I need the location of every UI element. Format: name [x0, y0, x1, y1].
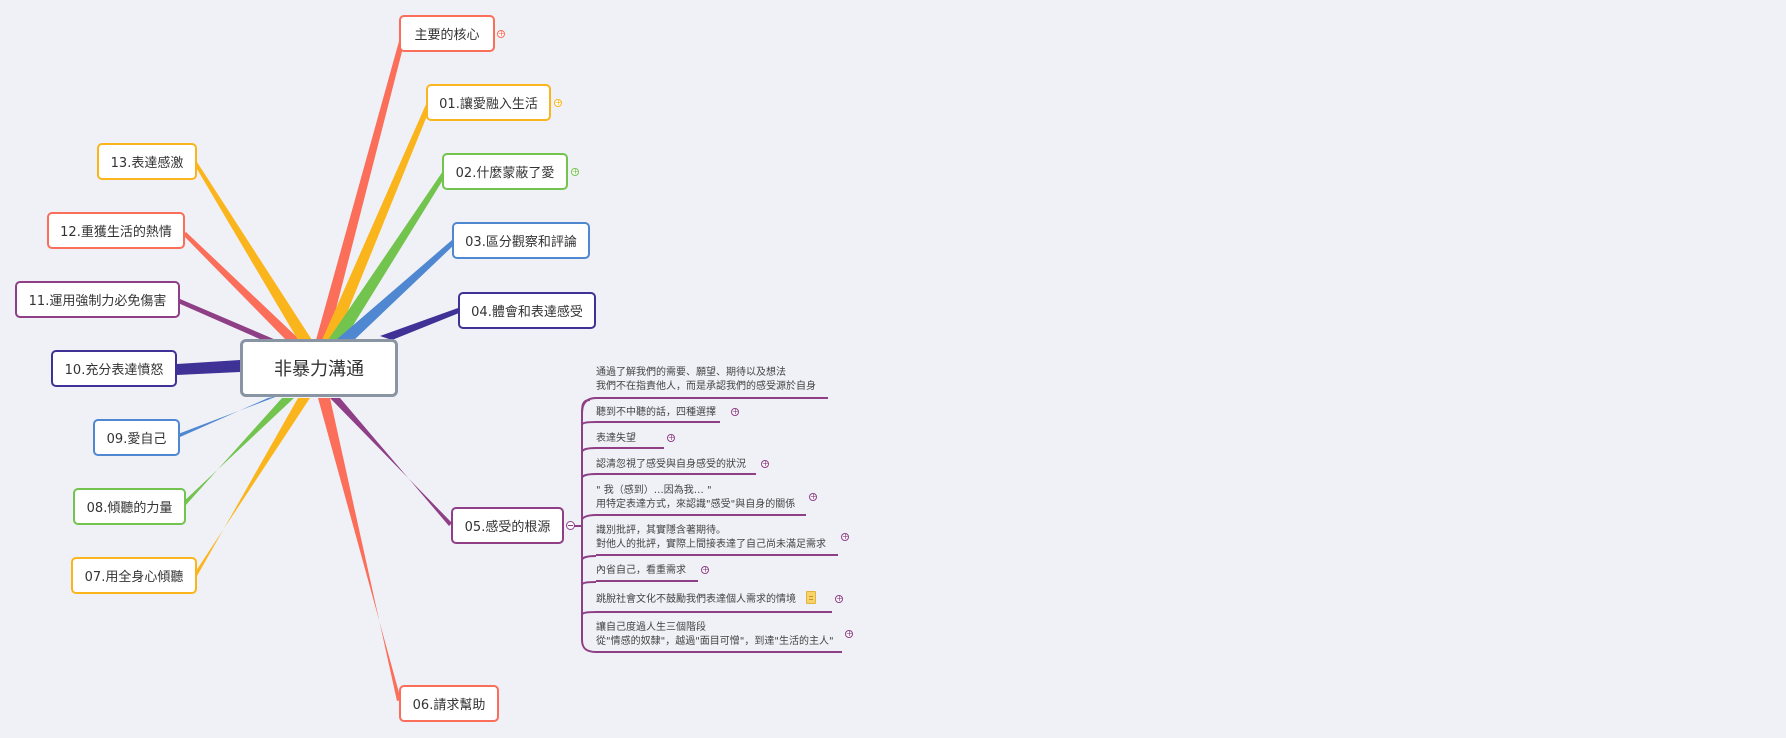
topic-core[interactable]: 主要的核心 [399, 15, 495, 52]
mind-map-canvas: 非暴力溝通 主要的核心 + 01.讓愛融入生活 + 02.什麼蒙蔽了愛 + 03… [0, 0, 1786, 738]
topic-12[interactable]: 12.重獲生活的熱情 [47, 212, 185, 249]
plus-circle-icon[interactable]: + [841, 533, 849, 541]
subtopic-line: 通過了解我們的需要、願望、期待以及想法 [596, 367, 786, 378]
topic-11[interactable]: 11.運用強制力必免傷害 [15, 281, 180, 318]
plus-circle-icon[interactable]: + [497, 30, 505, 38]
subtopic-connector [581, 514, 597, 521]
subtopic-line: 讓自己度過人生三個階段 [596, 622, 706, 633]
central-topic[interactable]: 非暴力溝通 [240, 339, 398, 397]
subtopic-text[interactable]: 讓自己度過人生三個階段 從"情感的奴隸"，越過"面目可憎"，到達"生活的主人" [596, 621, 834, 649]
branch-12 [183, 232, 300, 340]
subtopic-underline [596, 421, 720, 423]
subtopic-connector [581, 447, 597, 453]
topic-13[interactable]: 13.表達感激 [97, 143, 197, 180]
topic-10[interactable]: 10.充分表達憤怒 [51, 350, 177, 387]
topic-01[interactable]: 01.讓愛融入生活 [426, 84, 551, 121]
branch-06 [318, 398, 401, 701]
subtopic-connector [581, 581, 597, 586]
subtopic-line: 用特定表達方式，來認識"感受"與自身的關係 [596, 499, 796, 510]
subtopic-text[interactable]: 表達失望 [596, 432, 636, 446]
branch-07 [194, 398, 310, 576]
plus-circle-icon[interactable]: + [761, 460, 769, 468]
subtopic-line: 識別批評，其實隱含著期待。 [596, 525, 726, 536]
subtopic-line: 表達失望 [596, 433, 636, 444]
subtopic-connector [581, 611, 597, 616]
plus-circle-icon[interactable]: + [701, 566, 709, 574]
branch-09 [178, 396, 278, 437]
topic-09[interactable]: 09.愛自己 [93, 419, 180, 456]
subtopic-connector [581, 555, 597, 561]
subtopic-line: " 我（感到）…因為我… " [596, 485, 712, 496]
branch-08 [182, 398, 294, 506]
subtopic-text[interactable]: 跳脫社會文化不鼓勵我們表達個人需求的情境 [596, 593, 796, 607]
subtopic-text[interactable]: 識別批評，其實隱含著期待。 對他人的批評，實際上間接表達了自己尚未滿足需求 [596, 524, 826, 552]
subtopic-line: 認清忽視了感受與自身感受的狀況 [596, 459, 746, 470]
topic-05[interactable]: 05.感受的根源 [451, 507, 564, 544]
plus-circle-icon[interactable]: + [554, 99, 562, 107]
subtopic-underline [596, 554, 838, 556]
subtopic-underline [596, 611, 832, 613]
subtopic-underline [596, 580, 698, 582]
subtopic-line: 我們不在指責他人，而是承認我們的感受源於自身 [596, 381, 816, 392]
subtopic-underline [596, 397, 828, 399]
plus-circle-icon[interactable]: + [571, 168, 579, 176]
branch-04 [380, 308, 459, 340]
topic-02[interactable]: 02.什麼蒙蔽了愛 [442, 153, 568, 190]
subtopic-text[interactable]: 聽到不中聽的話，四種選擇 [596, 406, 716, 420]
subtopic-connector [581, 399, 597, 653]
topic-03[interactable]: 03.區分觀察和評論 [452, 222, 590, 259]
plus-circle-icon[interactable]: + [835, 595, 843, 603]
subtopic-connector [581, 397, 597, 414]
subtopic-connector [581, 473, 597, 479]
branch-10 [177, 360, 240, 375]
subtopic-line: 從"情感的奴隸"，越過"面目可憎"，到達"生活的主人" [596, 636, 834, 647]
subtopic-text[interactable]: 通過了解我們的需要、願望、期待以及想法 我們不在指責他人，而是承認我們的感受源於… [596, 366, 816, 394]
subtopic-text[interactable]: " 我（感到）…因為我… " 用特定表達方式，來認識"感受"與自身的關係 [596, 484, 795, 512]
subtopic-underline [596, 514, 806, 516]
topic-06[interactable]: 06.請求幫助 [399, 685, 499, 722]
subtopic-underline [596, 473, 756, 475]
subtopic-line: 聽到不中聽的話，四種選擇 [596, 407, 716, 418]
subtopic-text[interactable]: 認清忽視了感受與自身感受的狀況 [596, 458, 746, 472]
plus-circle-icon[interactable]: + [731, 408, 739, 416]
subtopic-underline [596, 651, 842, 653]
subtopic-line: 內省自己，看重需求 [596, 565, 686, 576]
subtopic-line: 跳脫社會文化不鼓勵我們表達個人需求的情境 [596, 594, 796, 605]
subtopic-line: 對他人的批評，實際上間接表達了自己尚未滿足需求 [596, 539, 826, 550]
plus-circle-icon[interactable]: + [667, 434, 675, 442]
plus-circle-icon[interactable]: + [809, 493, 817, 501]
topic-04[interactable]: 04.體會和表達感受 [458, 292, 596, 329]
subtopic-underline [596, 447, 664, 449]
plus-circle-icon[interactable]: + [845, 630, 853, 638]
topic-08[interactable]: 08.傾聽的力量 [73, 488, 186, 525]
minus-circle-icon[interactable] [566, 521, 575, 530]
topic-07[interactable]: 07.用全身心傾聽 [71, 557, 197, 594]
subtopic-text[interactable]: 內省自己，看重需求 [596, 564, 686, 578]
subtopic-connector [581, 421, 597, 426]
note-icon[interactable] [806, 591, 816, 604]
